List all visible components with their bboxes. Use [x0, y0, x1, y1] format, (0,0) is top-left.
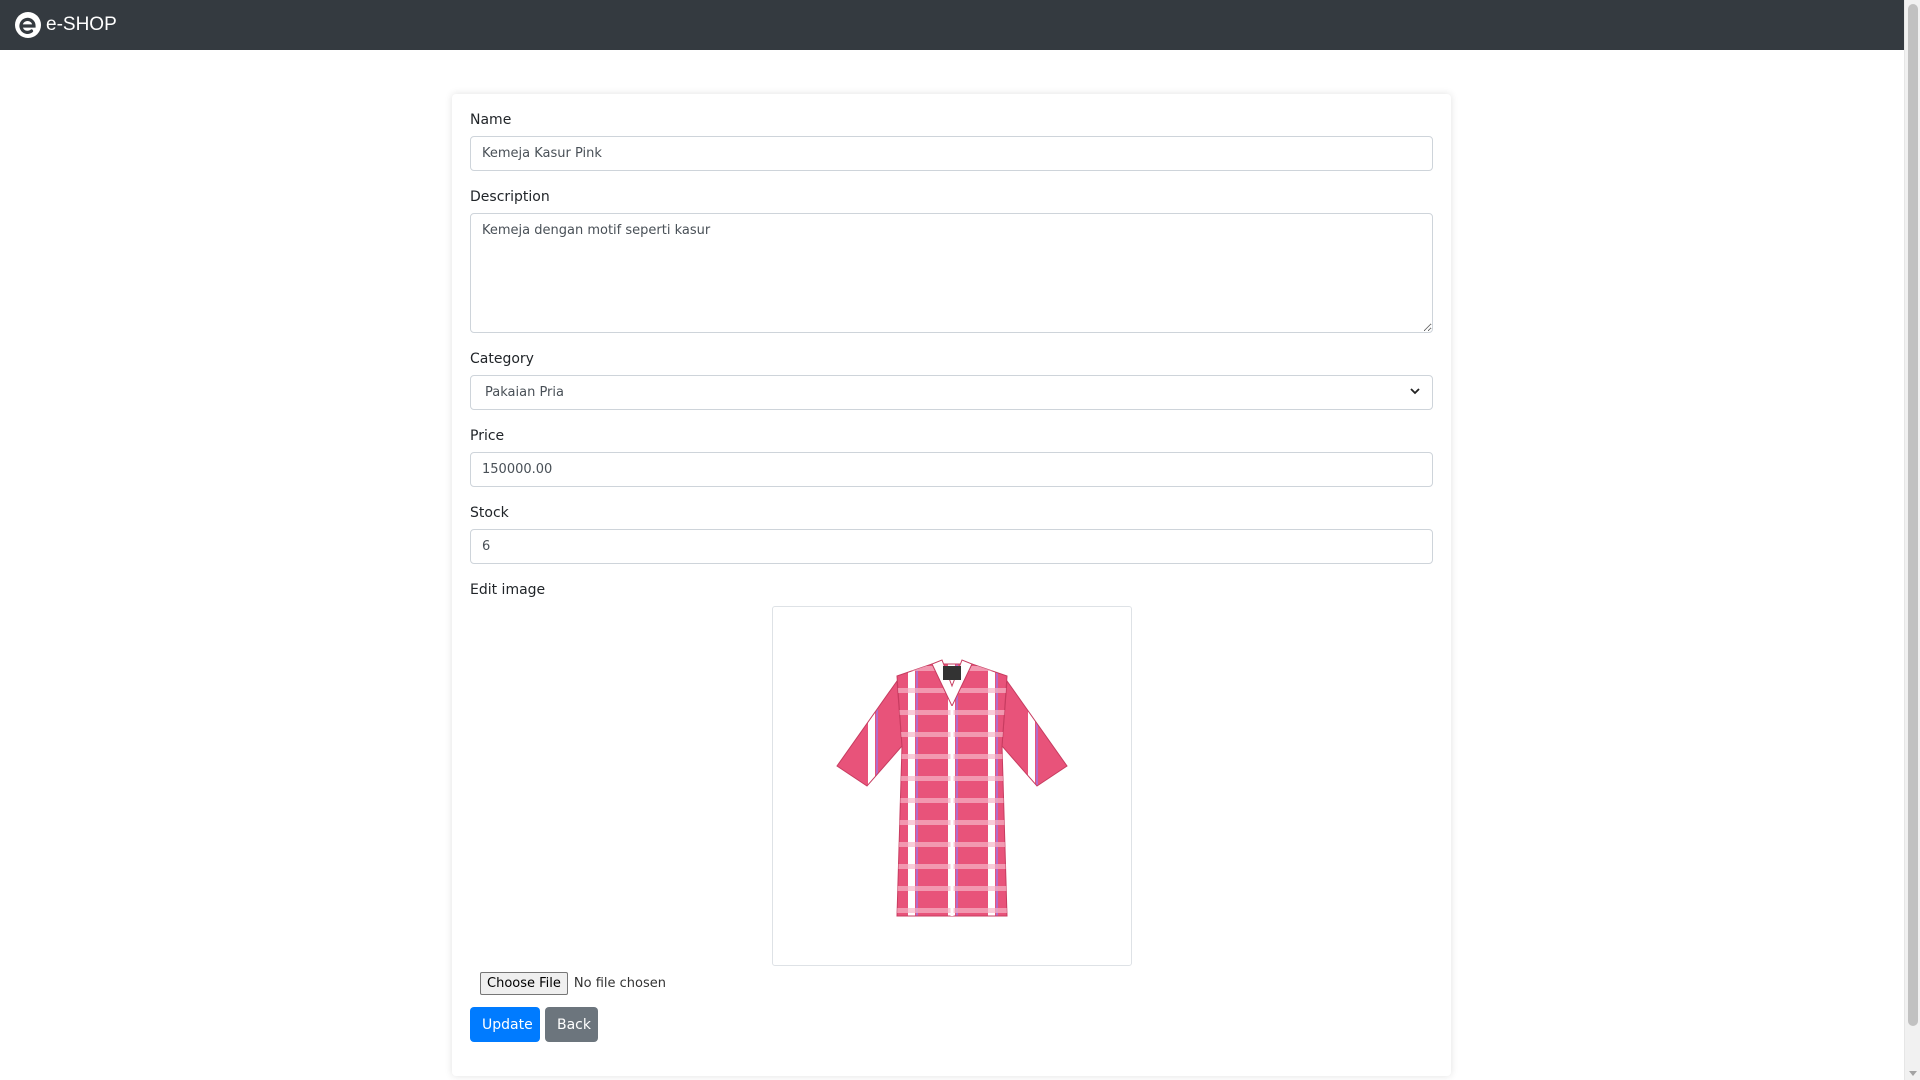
brand-text: e-SHOP: [46, 14, 117, 35]
category-select[interactable]: Pakaian Pria: [470, 375, 1433, 410]
name-group: Name: [470, 112, 1433, 171]
brand-link[interactable]: e-SHOP: [14, 11, 117, 39]
category-group: Category Pakaian Pria: [470, 351, 1433, 410]
chevron-down-icon: [1410, 388, 1420, 395]
description-group: Description Kemeja dengan motif seperti …: [470, 189, 1433, 333]
price-label: Price: [470, 428, 505, 444]
stock-group: Stock: [470, 505, 1433, 564]
description-label: Description: [470, 189, 550, 205]
e-shop-logo-icon: [15, 12, 41, 38]
name-label: Name: [470, 112, 512, 128]
name-input[interactable]: [470, 136, 1433, 171]
scroll-down-arrow-icon[interactable]: [1909, 1071, 1917, 1076]
category-label: Category: [470, 351, 534, 367]
choose-file-button[interactable]: Choose File: [480, 972, 568, 995]
stock-label: Stock: [470, 505, 509, 521]
price-input[interactable]: [470, 452, 1433, 487]
price-group: Price: [470, 428, 1433, 487]
update-button[interactable]: Update: [470, 1007, 540, 1042]
edit-image-label: Edit image: [470, 582, 546, 598]
file-input[interactable]: Choose File No file chosen: [480, 972, 1433, 995]
product-image-preview: [771, 606, 1132, 966]
file-status-text: No file chosen: [573, 976, 666, 991]
top-navbar: e-SHOP: [0, 0, 1904, 50]
action-buttons: Update Back: [470, 1007, 1433, 1042]
image-group: Edit image Choose File No file chosen: [470, 582, 1433, 995]
stock-input[interactable]: [470, 529, 1433, 564]
edit-product-card: Name Description Kemeja dengan motif sep…: [452, 94, 1451, 1076]
scrollbar-thumb[interactable]: [1908, 4, 1918, 1026]
back-button[interactable]: Back: [545, 1007, 598, 1042]
description-textarea[interactable]: Kemeja dengan motif seperti kasur: [470, 213, 1433, 333]
pink-shirt-image: [835, 659, 1068, 917]
category-selected-value[interactable]: Pakaian Pria: [470, 375, 1433, 410]
vertical-scrollbar[interactable]: [1904, 0, 1920, 1080]
